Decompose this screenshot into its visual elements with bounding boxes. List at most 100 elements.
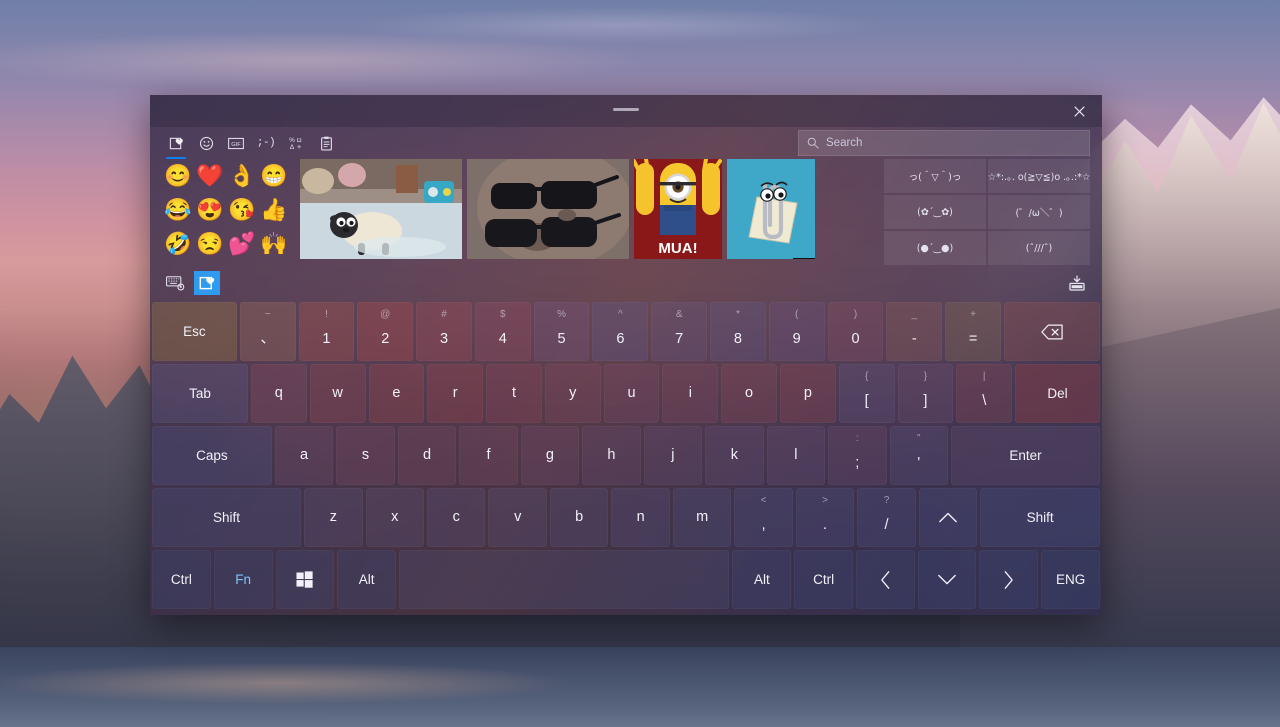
emoji-cell[interactable]: 🤣 [163, 229, 193, 259]
key-i[interactable]: i [662, 364, 719, 423]
emoji-cell[interactable]: 😍 [195, 195, 225, 225]
emoji-cell[interactable]: 🙌 [259, 229, 289, 259]
key-5[interactable]: % 5 [533, 302, 590, 361]
emoji-cell[interactable]: 😂 [163, 195, 193, 225]
key-t[interactable]: t [486, 364, 542, 423]
key-p[interactable]: p [779, 364, 836, 423]
key-x[interactable]: x [365, 488, 425, 547]
gif-minion-mua[interactable]: MUA! [634, 159, 722, 259]
kaomoji-item[interactable]: (●´‿●) [884, 231, 986, 265]
key-enter[interactable]: Enter [951, 426, 1101, 485]
key-comma[interactable]: < , [734, 488, 793, 547]
key-d[interactable]: d [397, 426, 457, 485]
key-backspace[interactable] [1003, 302, 1100, 361]
key-equals[interactable]: + = [945, 302, 1001, 361]
key-a[interactable]: a [274, 426, 334, 485]
emoji-cell[interactable]: ❤️ [195, 161, 225, 191]
key-u[interactable]: u [603, 364, 660, 423]
key-k[interactable]: k [705, 426, 764, 485]
kaomoji-item[interactable]: っ(＾▽＾)っ [884, 159, 986, 193]
key-period[interactable]: > . [795, 488, 855, 547]
keyboard-settings-icon[interactable] [162, 271, 188, 295]
gif-shaun-the-sheep[interactable] [300, 159, 462, 259]
key-f[interactable]: f [459, 426, 518, 485]
key-quote[interactable]: " ' [889, 426, 948, 485]
key-7[interactable]: & 7 [651, 302, 708, 361]
key-windows[interactable] [275, 550, 335, 609]
key-c[interactable]: c [427, 488, 486, 547]
emoji-cell[interactable]: 👌 [227, 161, 257, 191]
emoji-cell[interactable]: 😒 [195, 229, 225, 259]
key-q[interactable]: q [250, 364, 307, 423]
emoji-cell[interactable]: 👍 [259, 195, 289, 225]
key-w[interactable]: w [309, 364, 366, 423]
key-ctrl-left[interactable]: Ctrl [152, 550, 211, 609]
toolbar-item-recent[interactable] [162, 130, 190, 159]
key-minus[interactable]: _ - [886, 302, 943, 361]
kaomoji-item[interactable]: (ˆ///ˆ) [988, 231, 1090, 265]
key-shift-left[interactable]: Shift [152, 488, 302, 547]
key-m[interactable]: m [672, 488, 732, 547]
key-6[interactable]: ^ 6 [592, 302, 649, 361]
key-tab[interactable]: Tab [152, 364, 248, 423]
favorites-icon[interactable] [194, 271, 220, 295]
key-h[interactable]: h [582, 426, 641, 485]
emoji-cell[interactable]: 😘 [227, 195, 257, 225]
key-o[interactable]: o [721, 364, 777, 423]
toolbar-item-kaomoji[interactable]: ;-) [252, 130, 280, 156]
search-input[interactable] [826, 137, 1081, 149]
key-e[interactable]: e [368, 364, 425, 423]
key-bracket-right[interactable]: } ] [897, 364, 954, 423]
key-backtick[interactable]: ~ 、 [239, 302, 296, 361]
gif-sunglasses[interactable] [467, 159, 629, 259]
key-b[interactable]: b [549, 488, 609, 547]
key-arrow-right[interactable] [979, 550, 1039, 609]
key-language[interactable]: ENG [1041, 550, 1100, 609]
key-1[interactable]: ! 1 [298, 302, 355, 361]
kaomoji-item[interactable]: (✿´‿✿) [884, 195, 986, 229]
key-arrow-up[interactable] [918, 488, 978, 547]
dock-keyboard-icon[interactable] [1064, 271, 1090, 295]
key-ctrl-right[interactable]: Ctrl [794, 550, 853, 609]
key-bracket-left[interactable]: { [ [838, 364, 895, 423]
key-j[interactable]: j [643, 426, 703, 485]
key-n[interactable]: n [611, 488, 670, 547]
toolbar-item-clipboard[interactable] [312, 130, 340, 156]
emoji-cell[interactable]: 💕 [227, 229, 257, 259]
key-r[interactable]: r [427, 364, 484, 423]
key-z[interactable]: z [304, 488, 363, 547]
key-v[interactable]: v [488, 488, 547, 547]
toolbar-item-emoji[interactable] [192, 130, 220, 156]
key-8[interactable]: * 8 [710, 302, 766, 361]
key-esc[interactable]: Esc [152, 302, 237, 361]
key-space[interactable] [399, 550, 730, 609]
emoji-cell[interactable]: 😁 [259, 161, 289, 191]
emoji-cell[interactable]: 😊 [163, 161, 193, 191]
key-slash[interactable]: ? / [857, 488, 916, 547]
key-del[interactable]: Del [1015, 364, 1100, 423]
key-y[interactable]: y [544, 364, 601, 423]
key-g[interactable]: g [520, 426, 580, 485]
kaomoji-item[interactable]: ☆*:.｡. o(≧▽≦)o .｡.:*☆ [988, 159, 1090, 193]
key-backslash[interactable]: | \ [956, 364, 1013, 423]
key-shift-right[interactable]: Shift [980, 488, 1101, 547]
close-button[interactable] [1056, 95, 1102, 127]
key-semicolon[interactable]: : ; [828, 426, 887, 485]
toolbar-item-gif[interactable]: GIF [222, 130, 250, 156]
key-fn[interactable]: Fn [213, 550, 273, 609]
gif-clippy[interactable]: Powered By Tenor [727, 159, 815, 259]
key-4[interactable]: $ 4 [474, 302, 531, 361]
kaomoji-item[interactable]: (゜/ω＼゜) [988, 195, 1090, 229]
key-9[interactable]: ( 9 [768, 302, 825, 361]
key-3[interactable]: # 3 [416, 302, 472, 361]
key-s[interactable]: s [336, 426, 395, 485]
key-2[interactable]: @ 2 [357, 302, 414, 361]
key-alt-left[interactable]: Alt [337, 550, 396, 609]
search-box[interactable] [798, 130, 1090, 156]
key-l[interactable]: l [766, 426, 826, 485]
key-arrow-down[interactable] [917, 550, 977, 609]
key-alt-right[interactable]: Alt [732, 550, 792, 609]
window-drag-handle[interactable] [613, 108, 639, 111]
key-caps[interactable]: Caps [152, 426, 272, 485]
key-0[interactable]: ) 0 [827, 302, 884, 361]
